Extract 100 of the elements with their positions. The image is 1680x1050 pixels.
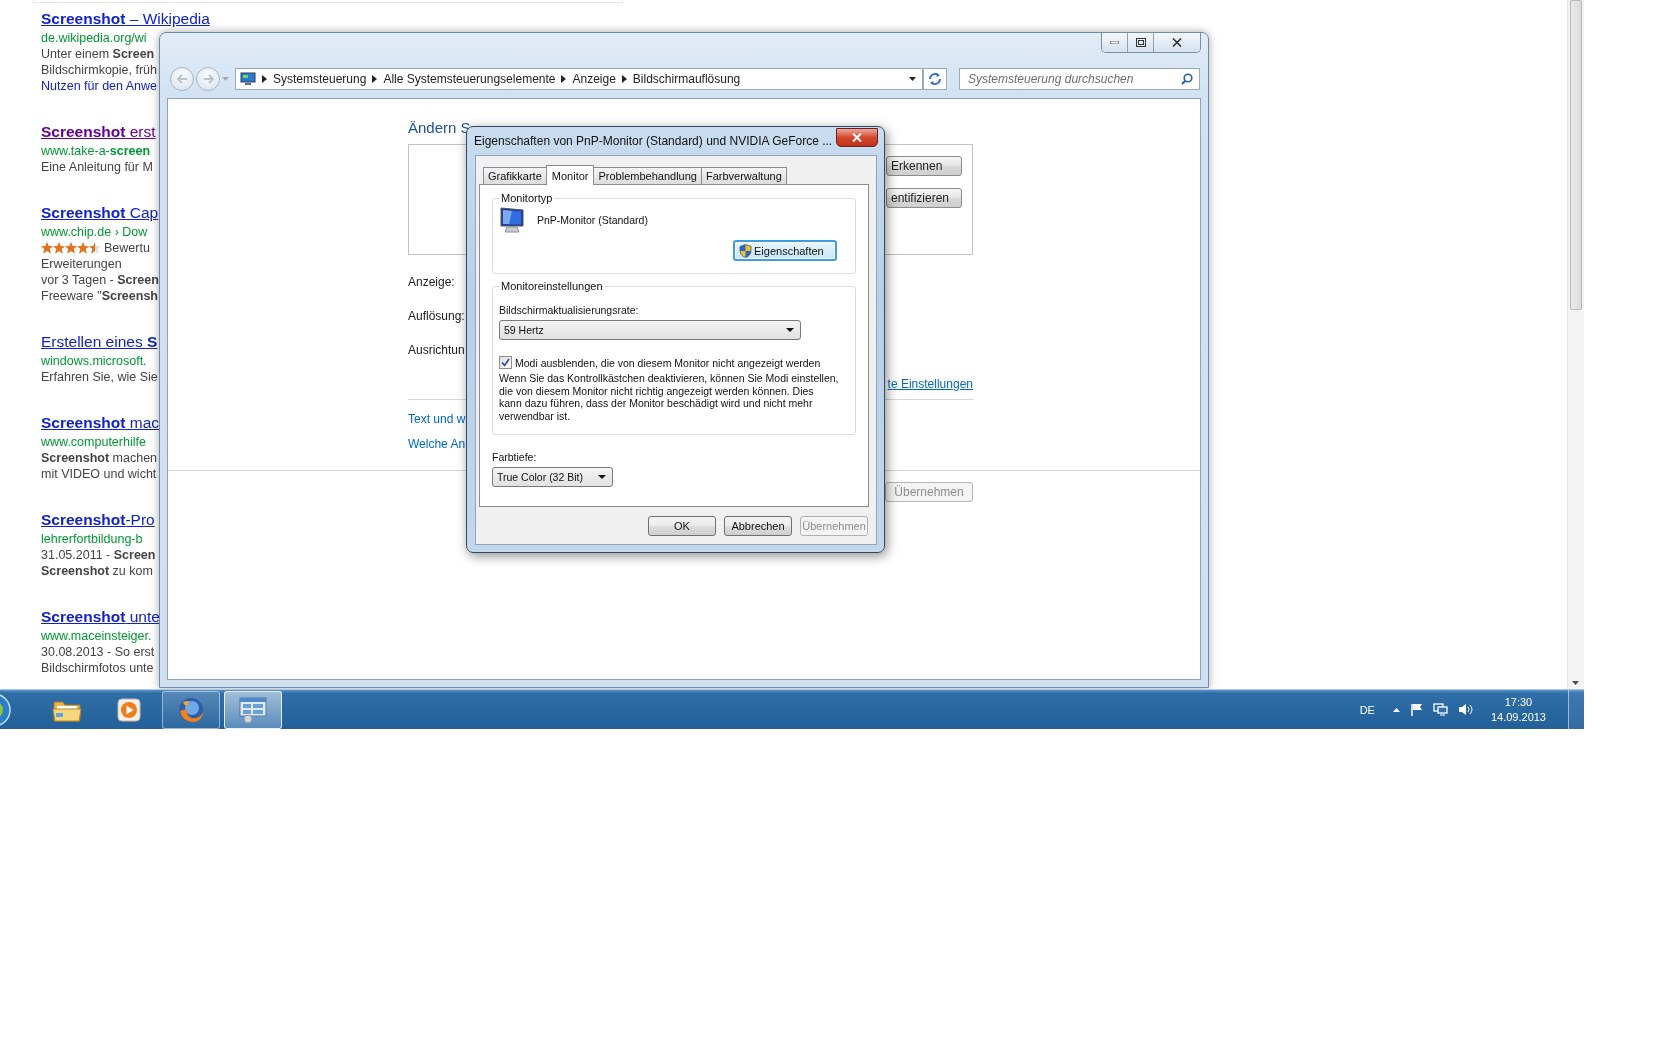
breadcrumb-arrow-icon[interactable] bbox=[621, 75, 627, 83]
search-field[interactable]: Systemsteuerung durchsuchen bbox=[959, 68, 1200, 90]
result-url: www.chip.de › Dow bbox=[41, 224, 148, 240]
properties-button[interactable]: Eigenschaften bbox=[733, 240, 837, 261]
result-snippet: Erweiterungen bbox=[41, 256, 122, 272]
window-icon bbox=[238, 695, 268, 724]
star-icon bbox=[41, 242, 53, 254]
result-snippet: Unter einem Screen bbox=[41, 46, 155, 62]
tab[interactable]: Problembehandlung bbox=[593, 167, 702, 184]
address-bar[interactable]: Systemsteuerung Alle Systemsteuerungselemente Anzeige Bildschirmauflösung bbox=[235, 68, 923, 90]
result-snippet: 31.05.2011 - Screen bbox=[41, 547, 156, 563]
star-icon bbox=[77, 242, 89, 254]
breadcrumb-arrow-icon[interactable] bbox=[561, 75, 567, 83]
flag-icon[interactable] bbox=[1409, 703, 1423, 716]
caret-icon[interactable] bbox=[909, 77, 916, 81]
group-title: Monitortyp bbox=[500, 192, 554, 204]
scrollbar-thumb[interactable] bbox=[1570, 0, 1582, 310]
clock-date: 14.09.2013 bbox=[1490, 709, 1546, 725]
clock[interactable]: 17:30 14.09.2013 bbox=[1490, 694, 1546, 725]
result-snippet: Bildschirmfotos unte bbox=[41, 660, 154, 676]
close-button[interactable] bbox=[836, 127, 878, 147]
search-icon[interactable] bbox=[1181, 73, 1193, 85]
result-snippet: Screenshot zu kom bbox=[41, 563, 153, 579]
breadcrumb-item[interactable]: Alle Systemsteuerungselemente bbox=[383, 72, 556, 86]
restore-icon bbox=[1135, 38, 1146, 47]
result-title[interactable]: Screenshot mac bbox=[41, 412, 159, 434]
field-label: Auflösung: bbox=[408, 309, 465, 323]
scroll-down-icon[interactable] bbox=[1572, 681, 1579, 685]
breadcrumb-arrow-icon[interactable] bbox=[262, 75, 267, 83]
result-snippet: Eine Anleitung für M bbox=[41, 159, 153, 175]
field-label: Ausrichtun bbox=[408, 343, 465, 357]
show-desktop-button[interactable] bbox=[1568, 690, 1584, 729]
result-title[interactable]: Screenshot unte bbox=[41, 606, 160, 628]
result-url: windows.microsoft. bbox=[41, 353, 147, 369]
result-title[interactable]: Screenshot-Pro bbox=[41, 509, 155, 531]
close-icon bbox=[852, 132, 862, 142]
result-snippet: 30.08.2013 - So erst bbox=[41, 644, 155, 660]
result-url: www.computerhilfe bbox=[41, 434, 146, 450]
refresh-button[interactable] bbox=[923, 68, 947, 90]
clock-time: 17:30 bbox=[1504, 694, 1533, 710]
taskbar-button[interactable] bbox=[162, 690, 220, 729]
result-snippet: Screenshot machen bbox=[41, 450, 158, 466]
monitor-icon bbox=[499, 206, 527, 234]
caret-up-icon[interactable] bbox=[1392, 707, 1400, 712]
help-link[interactable]: Text und w bbox=[408, 412, 466, 426]
close-icon bbox=[1172, 38, 1182, 47]
globe-icon bbox=[177, 695, 205, 724]
result-snippet: Freeware "Screensh bbox=[41, 288, 158, 304]
preview-button[interactable]: entifizieren bbox=[886, 188, 962, 208]
result-url: lehrerfortbildung-b bbox=[41, 531, 143, 547]
checkbox-label[interactable]: Modi ausblenden, die von diesem Monitor nicht angezeigt werden bbox=[515, 356, 821, 369]
breadcrumb-arrow-icon[interactable] bbox=[372, 75, 378, 83]
settings-link[interactable]: te Einstellungen bbox=[887, 377, 973, 391]
rating-text: Bewertu bbox=[104, 240, 150, 256]
minimize-icon bbox=[1110, 41, 1119, 44]
dialog-button[interactable]: OK bbox=[648, 516, 716, 536]
result-title[interactable]: Erstellen eines S bbox=[41, 331, 158, 353]
dialog-button[interactable]: Abbrechen bbox=[724, 516, 792, 536]
star-icon bbox=[53, 242, 65, 254]
tab[interactable]: Monitor bbox=[545, 165, 595, 185]
maximize-button[interactable] bbox=[1128, 33, 1154, 52]
shield-icon bbox=[739, 243, 752, 258]
breadcrumb-item[interactable]: Anzeige bbox=[572, 72, 616, 86]
field-label: Farbtiefe: bbox=[492, 451, 537, 463]
warning-text: Wenn Sie das Kontrollkästchen deaktivieren, können Sie Modi einstellen, die von diesem Monitor nicht richtig angezeigt werden können. Dies kann dazu führen, dass der Monitor beschädigt wird und nicht mehr verwendbar ist. bbox=[499, 372, 839, 422]
result-link[interactable]: Nutzen für den Anwe bbox=[41, 78, 158, 94]
star-icon bbox=[65, 242, 77, 254]
field-label: Bildschirmaktualisierungsrate: bbox=[499, 304, 639, 316]
result-snippet: Bildschirmkopie, früh bbox=[41, 62, 157, 78]
checkbox[interactable] bbox=[499, 356, 512, 369]
result-url: www.take-a-screen bbox=[41, 143, 151, 159]
star-icon bbox=[89, 242, 101, 254]
help-link[interactable]: Welche An bbox=[408, 437, 466, 451]
close-button[interactable] bbox=[1154, 33, 1200, 52]
preview-button[interactable]: Erkennen bbox=[886, 156, 962, 176]
refresh-icon bbox=[928, 73, 942, 85]
refresh-rate-dropdown[interactable]: 59 Hertz bbox=[499, 320, 801, 340]
arrow-left-icon bbox=[176, 74, 188, 84]
network-icon[interactable] bbox=[1432, 703, 1448, 716]
result-title[interactable]: Screenshot – Wikipedia bbox=[41, 8, 210, 30]
field-label: Anzeige: bbox=[408, 275, 455, 289]
result-url: de.wikipedia.org/wi bbox=[41, 30, 147, 46]
breadcrumb-item[interactable]: Systemsteuerung bbox=[273, 72, 367, 86]
dialog-title: Eigenschaften von PnP-Monitor (Standard) und NVIDIA GeForce ... bbox=[474, 134, 833, 148]
color-depth-dropdown[interactable]: True Color (32 Bit) bbox=[492, 467, 613, 487]
taskbar-button[interactable] bbox=[224, 690, 282, 729]
result-snippet: vor 3 Tagen - Screen bbox=[41, 272, 159, 288]
language-indicator[interactable]: DE bbox=[1359, 703, 1375, 716]
result-title[interactable]: Screenshot Cap bbox=[41, 202, 159, 224]
monitor-name: PnP-Monitor (Standard) bbox=[537, 214, 648, 226]
tab[interactable]: Grafikkarte bbox=[483, 167, 547, 184]
scrollbar[interactable] bbox=[1567, 0, 1584, 689]
play-icon bbox=[117, 697, 141, 722]
monitor-icon bbox=[240, 72, 256, 86]
arrow-right-icon bbox=[202, 74, 214, 84]
result-snippet: Erfahren Sie, wie Sie bbox=[41, 369, 158, 385]
breadcrumb-item[interactable]: Bildschirmauflösung bbox=[632, 72, 741, 86]
result-title[interactable]: Screenshot erst bbox=[41, 121, 156, 143]
tab[interactable]: Farbverwaltung bbox=[700, 167, 787, 184]
speaker-icon[interactable] bbox=[1457, 703, 1473, 716]
